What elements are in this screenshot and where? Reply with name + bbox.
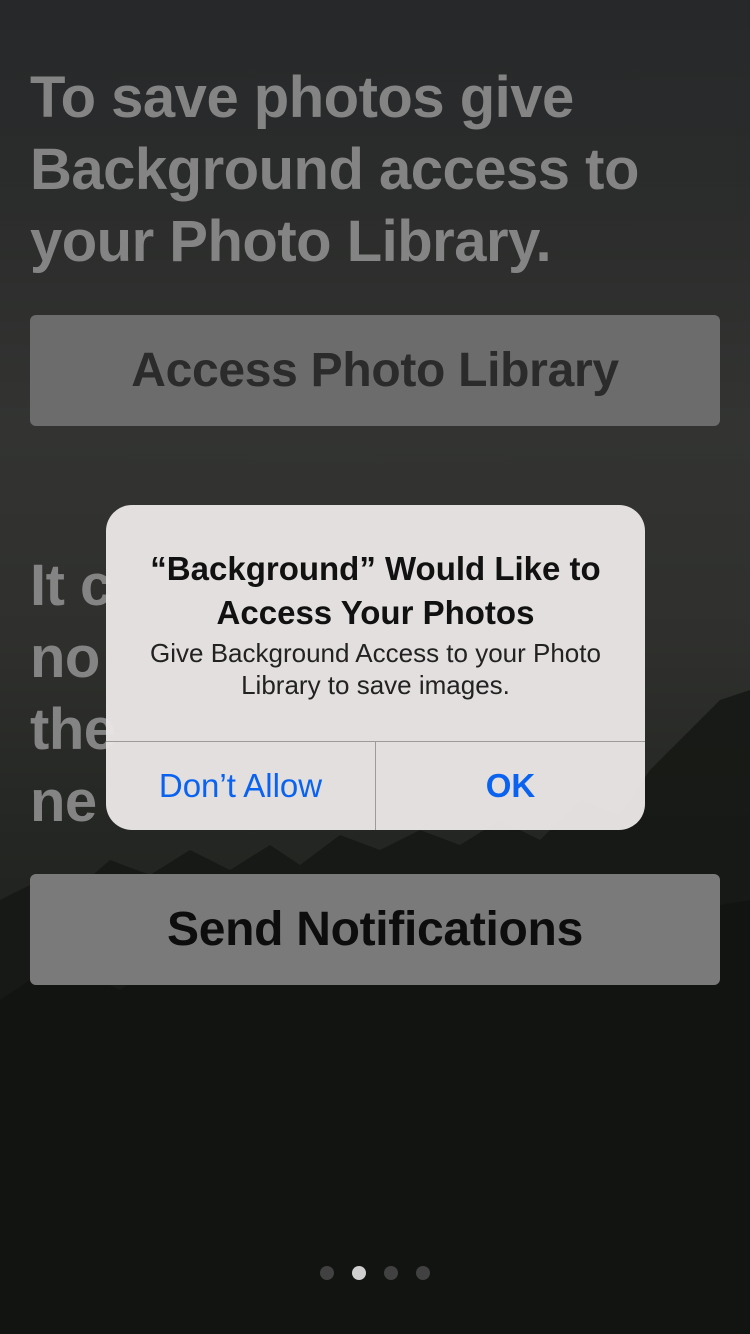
- access-photo-library-button[interactable]: Access Photo Library: [30, 315, 720, 426]
- page-dot[interactable]: [416, 1266, 430, 1280]
- ok-button[interactable]: OK: [376, 742, 645, 830]
- page-dot[interactable]: [352, 1266, 366, 1280]
- page-dot[interactable]: [384, 1266, 398, 1280]
- photos-permission-alert: “Background” Would Like to Access Your P…: [106, 505, 645, 830]
- send-notifications-button[interactable]: Send Notifications: [30, 874, 720, 985]
- page-indicator[interactable]: [0, 1266, 750, 1280]
- photo-access-heading: To save photos give Background access to…: [30, 65, 639, 274]
- dont-allow-button[interactable]: Don’t Allow: [106, 742, 375, 830]
- alert-message: Give Background Access to your Photo Lib…: [150, 638, 601, 700]
- permission-screen: To save photos give Background access to…: [0, 0, 750, 1334]
- alert-title: “Background” Would Like to Access Your P…: [150, 550, 601, 631]
- page-dot[interactable]: [320, 1266, 334, 1280]
